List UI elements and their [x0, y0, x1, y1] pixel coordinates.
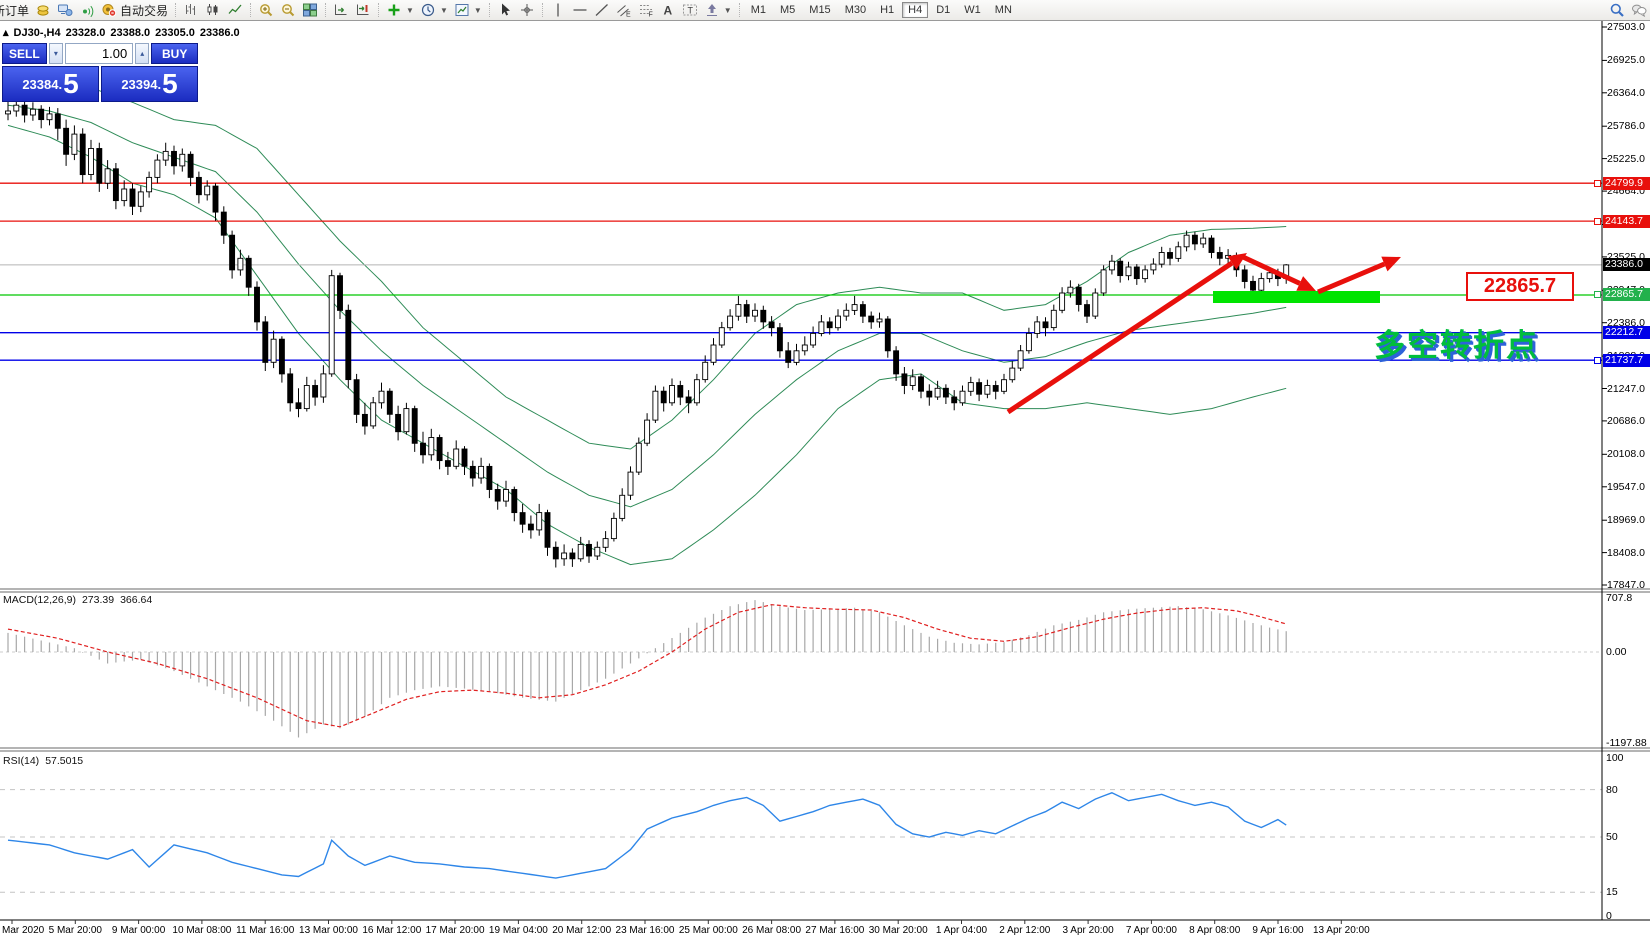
timeframe-w1-button[interactable]: W1 — [958, 2, 987, 18]
support-zone-bar[interactable] — [1213, 291, 1380, 303]
sell-price: 23384. — [22, 77, 62, 92]
one-click-trading-panel: SELL ▾ 1.00 ▴ BUY 23384.5 23394.5 — [2, 43, 198, 102]
sell-button[interactable]: SELL — [2, 43, 47, 64]
rsi-line — [8, 793, 1286, 878]
crosshair-tool-button[interactable] — [516, 1, 538, 19]
volume-decrease-button[interactable]: ▾ — [49, 43, 63, 64]
timeframe-mn-button[interactable]: MN — [989, 2, 1018, 18]
timeframe-m5-button[interactable]: M5 — [774, 2, 801, 18]
svg-text:A: A — [663, 4, 672, 18]
terminal-icon[interactable] — [54, 1, 76, 19]
sell-price-button[interactable]: 23384.5 — [2, 66, 99, 102]
horizontal-line-tool-button[interactable] — [569, 1, 591, 19]
chat-icon[interactable] — [1628, 1, 1650, 19]
vertical-line-tool-button[interactable] — [547, 1, 569, 19]
coins-icon[interactable] — [32, 1, 54, 19]
timeframe-h4-button[interactable]: H4 — [902, 2, 928, 18]
line-chart-mode-button[interactable] — [224, 1, 246, 19]
toolbar-separator — [542, 3, 543, 17]
auto-scroll-button[interactable] — [330, 1, 352, 19]
tile-windows-button[interactable] — [299, 1, 321, 19]
trendline-tool-button[interactable] — [591, 1, 613, 19]
indicators-button[interactable]: ▼ — [383, 1, 417, 19]
zoom-in-button[interactable] — [255, 1, 277, 19]
timeframe-m15-button[interactable]: M15 — [803, 2, 836, 18]
macd-signal-line — [8, 605, 1286, 727]
new-order-button[interactable]: 新订单 — [0, 1, 32, 19]
svg-text:T: T — [687, 6, 693, 16]
buy-price-button[interactable]: 23394.5 — [101, 66, 198, 102]
candle-chart-mode-button[interactable] — [202, 1, 224, 19]
timeframe-m1-button[interactable]: M1 — [745, 2, 772, 18]
periods-button[interactable]: ▼ — [417, 1, 451, 19]
toolbar-separator — [739, 3, 740, 17]
toolbar-separator — [250, 3, 251, 17]
timeframe-m30-button[interactable]: M30 — [839, 2, 872, 18]
signals-icon[interactable] — [76, 1, 98, 19]
timeframe-d1-button[interactable]: D1 — [930, 2, 956, 18]
sell-price-pips: 5 — [63, 70, 79, 98]
volume-input[interactable]: 1.00 — [65, 43, 133, 64]
buy-price: 23394. — [121, 77, 161, 92]
fibonacci-tool-button[interactable]: F — [635, 1, 657, 19]
channel-tool-button[interactable]: E — [613, 1, 635, 19]
svg-text:F: F — [648, 12, 652, 19]
shapes-tool-button[interactable]: ▼ — [701, 1, 735, 19]
zoom-out-button[interactable] — [277, 1, 299, 19]
chart-shift-button[interactable] — [352, 1, 374, 19]
bar-chart-mode-button[interactable] — [180, 1, 202, 19]
text-tool-button[interactable]: A — [657, 1, 679, 19]
buy-button[interactable]: BUY — [151, 43, 198, 64]
toolbar-separator — [489, 3, 490, 17]
search-icon[interactable] — [1606, 1, 1628, 19]
buy-price-pips: 5 — [162, 70, 178, 98]
cursor-tool-button[interactable] — [494, 1, 516, 19]
volume-increase-button[interactable]: ▴ — [135, 43, 149, 64]
toolbar-separator — [378, 3, 379, 17]
toolbar-separator — [175, 3, 176, 17]
label-tool-button[interactable]: T — [679, 1, 701, 19]
svg-text:E: E — [626, 12, 631, 19]
support-price-label[interactable]: 22865.7 — [1466, 272, 1574, 301]
chart-canvas[interactable] — [0, 0, 1650, 946]
templates-button[interactable]: ▼ — [451, 1, 485, 19]
toolbar-separator — [325, 3, 326, 17]
timeframe-h1-button[interactable]: H1 — [874, 2, 900, 18]
bollinger-upper-band — [8, 85, 1286, 449]
autotrade-button[interactable]: 自动交易 — [98, 1, 171, 19]
toolbar: 新订单自动交易▼▼▼EFAT▼M1M5M15M30H1H4D1W1MN — [0, 0, 1650, 21]
